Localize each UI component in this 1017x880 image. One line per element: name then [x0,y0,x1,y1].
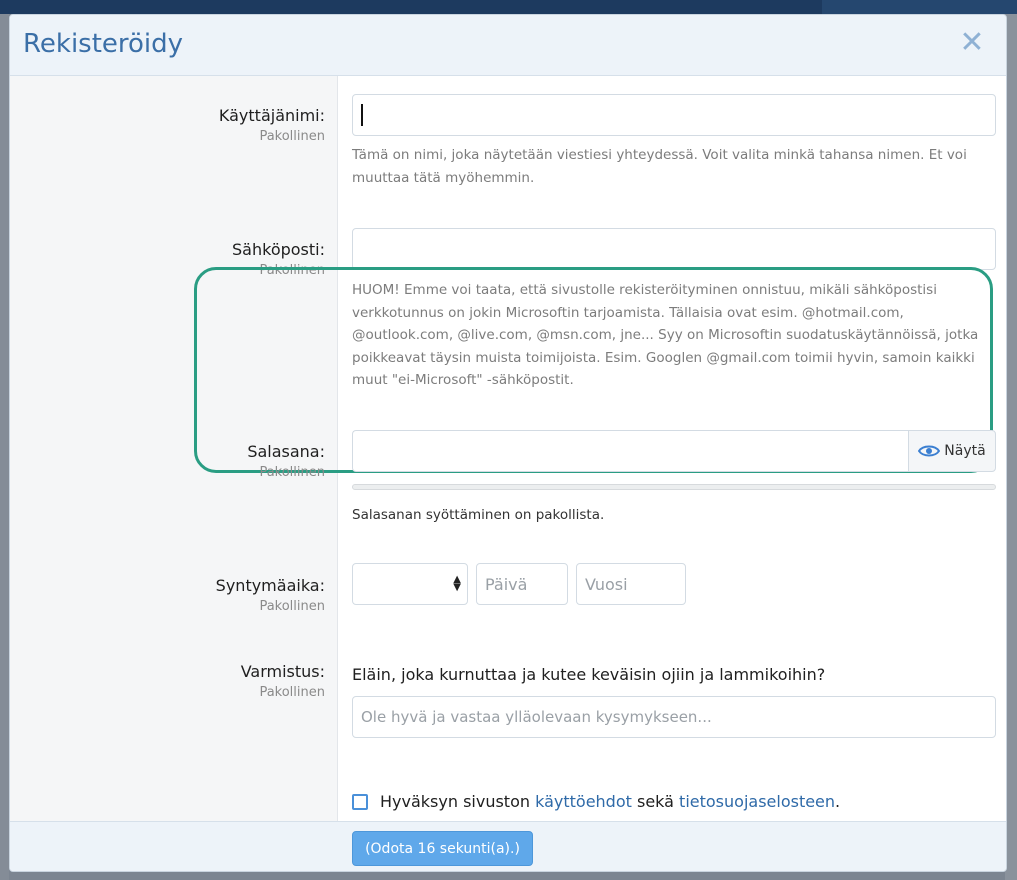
terms-suffix: . [835,792,841,811]
terms-prefix: Hyväksyn sivuston [380,792,530,811]
background-topbar-right [822,0,1017,14]
username-hint: Tämä on nimi, joka näytetään viestiesi y… [352,147,967,186]
email-required: Pakollinen [259,263,325,278]
show-password-label: Näytä [944,443,986,459]
password-input-group: Näytä [352,430,996,472]
password-message: Salasanan syöttäminen on pakollista. [352,507,605,523]
close-icon[interactable]: ✕ [958,28,986,58]
email-input[interactable] [352,228,996,270]
background-left-strip [0,14,9,880]
terms-middle: sekä [636,792,674,811]
modal-title: Rekisteröidy [23,29,184,59]
password-input[interactable] [352,430,908,472]
modal-header: Rekisteröidy ✕ [10,15,1006,76]
password-required: Pakollinen [259,465,325,480]
year-input[interactable]: Vuosi [576,563,686,605]
verification-required: Pakollinen [259,685,325,700]
email-hint: HUOM! Emme voi taata, että sivustolle re… [352,282,979,388]
dob-field: ▲ ▼ Päivä Vuosi [352,563,996,605]
verification-label-group: Varmistus: Pakollinen [25,662,325,700]
select-arrows-icon: ▲ ▼ [453,574,461,593]
day-input[interactable]: Päivä [476,563,568,605]
email-field: HUOM! Emme voi taata, että sivustolle re… [352,228,996,392]
dob-required: Pakollinen [259,599,325,614]
month-select[interactable]: ▲ ▼ [352,563,468,605]
password-strength-bar [352,484,996,490]
eye-icon [918,445,941,457]
password-field: Näytä Salasanan syöttäminen on pakollist… [352,430,996,523]
username-field: Tämä on nimi, joka näytetään viestiesi y… [352,94,996,190]
username-label: Käyttäjänimi: [218,106,325,125]
background-topbar [0,0,1017,14]
dob-label: Syntymäaika: [215,576,325,595]
verification-question: Eläin, joka kurnuttaa ja kutee keväisin … [352,665,826,684]
show-password-button[interactable]: Näytä [908,430,996,472]
terms-of-use-link[interactable]: käyttöehdot [535,792,632,811]
verification-answer-input[interactable]: Ole hyvä ja vastaa ylläolevaan kysymykse… [352,696,996,738]
privacy-policy-link[interactable]: tietosuojaselosteen [679,792,835,811]
password-label-group: Salasana: Pakollinen [25,442,325,480]
password-label: Salasana: [247,442,325,461]
verification-label: Varmistus: [240,662,325,681]
text-caret [361,104,363,126]
modal-body: Käyttäjänimi: Pakollinen Tämä on nimi, j… [10,76,1006,821]
username-input[interactable] [352,94,996,136]
terms-checkbox[interactable] [352,793,368,810]
email-label-group: Sähköposti: Pakollinen [25,240,325,278]
verification-field: Eläin, joka kurnuttaa ja kutee keväisin … [352,665,996,738]
modal-footer: (Odota 16 sekunti(a).) [10,821,1006,871]
register-modal: Rekisteröidy ✕ Käyttäjänimi: Pakollinen … [9,14,1007,872]
dob-label-group: Syntymäaika: Pakollinen [25,576,325,614]
register-submit-button[interactable]: (Odota 16 sekunti(a).) [352,831,533,866]
username-required: Pakollinen [259,129,325,144]
username-label-group: Käyttäjänimi: Pakollinen [25,106,325,144]
terms-field: Hyväksyn sivuston käyttöehdot sekä tieto… [352,792,996,811]
email-label: Sähköposti: [232,240,325,259]
